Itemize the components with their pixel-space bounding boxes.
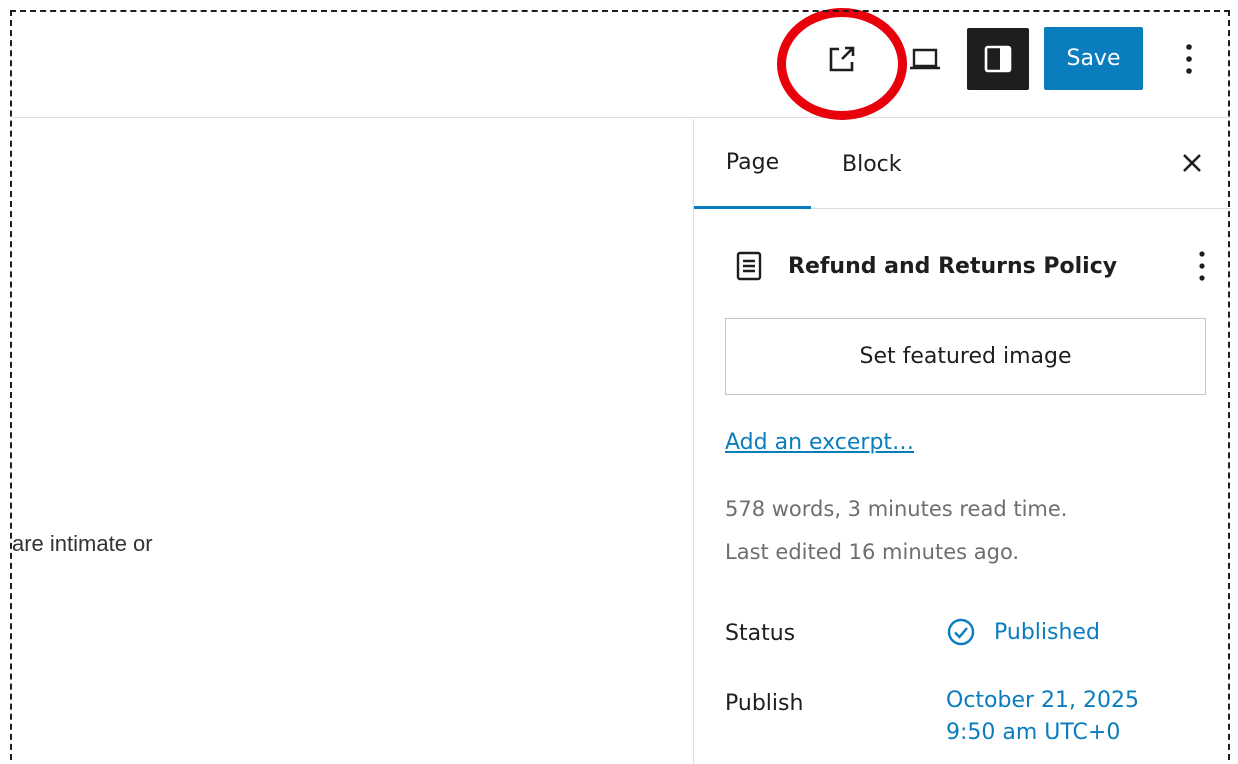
preview-button[interactable] bbox=[893, 28, 957, 90]
publish-date-button[interactable]: October 21, 2025 9:50 am UTC+0 bbox=[946, 685, 1176, 749]
add-excerpt-link[interactable]: Add an excerpt… bbox=[725, 430, 914, 455]
external-link-icon bbox=[829, 46, 855, 72]
sidebar-tabs: Page Block bbox=[694, 119, 1231, 209]
tab-block[interactable]: Block bbox=[842, 119, 912, 209]
view-page-button[interactable] bbox=[810, 28, 874, 90]
set-featured-image-button[interactable]: Set featured image bbox=[725, 318, 1206, 395]
settings-sidebar: Page Block Refund and Returns Policy Set… bbox=[693, 119, 1231, 764]
close-icon bbox=[1183, 154, 1201, 172]
save-button[interactable]: Save bbox=[1044, 27, 1143, 90]
publish-time: 9:50 am UTC+0 bbox=[946, 720, 1121, 745]
status-label: Status bbox=[725, 621, 796, 646]
editor-header: Save bbox=[12, 12, 1230, 118]
post-summary: Refund and Returns Policy bbox=[724, 244, 1209, 288]
desktop-preview-icon bbox=[910, 48, 940, 70]
word-count-text: 578 words, 3 minutes read time. bbox=[725, 497, 1068, 521]
last-edited-text: Last edited 16 minutes ago. bbox=[725, 540, 1020, 564]
post-title: Refund and Returns Policy bbox=[788, 254, 1118, 279]
publish-date: October 21, 2025 bbox=[946, 688, 1140, 713]
editor-canvas[interactable]: are intimate or bbox=[12, 119, 693, 764]
post-actions-button[interactable] bbox=[1184, 244, 1220, 288]
sidebar-settings-icon bbox=[984, 45, 1012, 73]
status-value-button[interactable]: Published bbox=[946, 617, 1100, 647]
settings-toggle-button[interactable] bbox=[967, 28, 1029, 90]
check-circle-icon bbox=[947, 618, 975, 646]
tab-page[interactable]: Page bbox=[694, 119, 811, 209]
canvas-paragraph-text[interactable]: are intimate or bbox=[12, 531, 153, 557]
page-icon bbox=[736, 251, 762, 281]
vertical-ellipsis-icon bbox=[1186, 44, 1192, 74]
close-sidebar-button[interactable] bbox=[1164, 135, 1220, 191]
vertical-ellipsis-icon bbox=[1199, 251, 1205, 281]
options-menu-button[interactable] bbox=[1166, 28, 1212, 90]
publish-label: Publish bbox=[725, 691, 804, 716]
status-value: Published bbox=[994, 619, 1100, 645]
